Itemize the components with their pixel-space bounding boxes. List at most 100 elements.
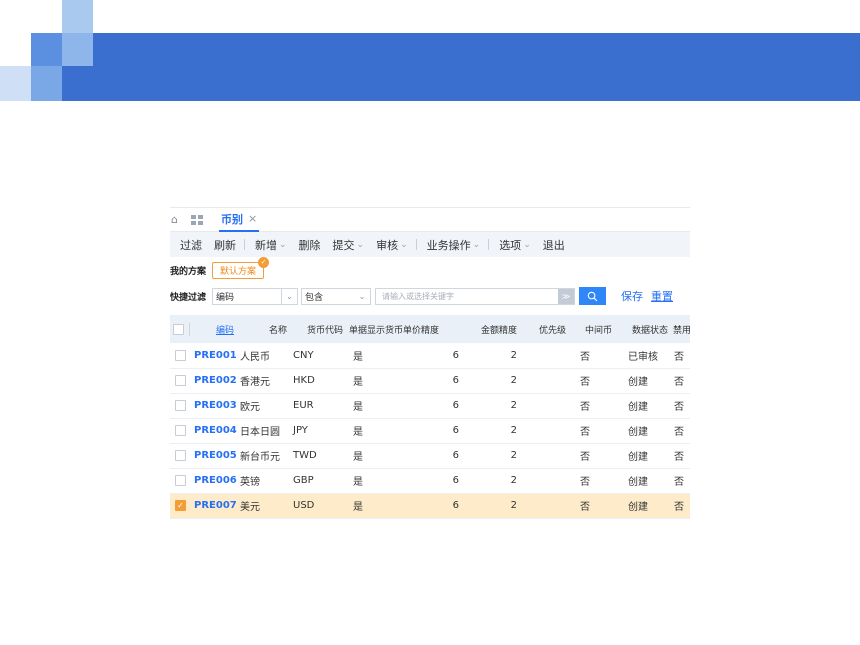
table-row[interactable]: PRE002 香港元 HKD 是 6 2 否 创建 否 [170, 368, 690, 393]
cell-priority [521, 418, 570, 443]
save-scheme-link[interactable]: 保存 [621, 288, 643, 304]
checkbox[interactable] [175, 474, 186, 486]
cell-code[interactable]: PRE005 [190, 443, 238, 468]
apps-grid-icon[interactable] [191, 214, 205, 225]
cell-data-status: 创建 [628, 427, 648, 438]
chevron-down-icon: ⌄ [281, 288, 297, 304]
cell-priority [521, 443, 570, 468]
cell-price-precision: 6 [452, 500, 459, 511]
double-chevron-down-icon[interactable]: ≫ [558, 288, 574, 304]
search-button[interactable] [579, 287, 606, 305]
cell-intermediate: 否 [580, 427, 590, 438]
cell-disabled: 否 [674, 402, 684, 413]
cell-code[interactable]: PRE006 [190, 468, 238, 493]
cell-currency-code: HKD [293, 375, 315, 386]
table-row[interactable]: PRE005 新台币元 TWD 是 6 2 否 创建 否 [170, 443, 690, 468]
audit-button[interactable]: 审核 ⌄ [376, 237, 408, 253]
new-button[interactable]: 新增 ⌄ [255, 237, 287, 253]
filter-field-select[interactable]: 编码 ⌄ [212, 287, 298, 305]
cell-intermediate: 否 [580, 452, 590, 463]
exit-button[interactable]: 退出 [543, 237, 565, 253]
table-row[interactable]: PRE004 日本日圆 JPY 是 6 2 否 创建 否 [170, 418, 690, 443]
table-row[interactable]: PRE001 人民币 CNY 是 6 2 否 已审核 否 [170, 343, 690, 368]
column-header-data-status[interactable]: 数据状态 [616, 315, 672, 343]
checkbox[interactable] [175, 449, 186, 461]
cell-priority [521, 368, 570, 393]
cell-disabled: 否 [674, 351, 684, 363]
column-header-currency-code[interactable]: 货币代码 [291, 315, 347, 343]
tab-currency[interactable]: 币别 × [219, 207, 260, 232]
business-ops-button[interactable]: 业务操作 ⌄ [427, 237, 481, 253]
refresh-button[interactable]: 刷新 [214, 237, 236, 253]
row-checkbox[interactable] [170, 468, 190, 493]
cell-amount-precision: 2 [510, 375, 517, 386]
cell-show-currency: 是 [353, 452, 363, 463]
reset-link[interactable]: 重置 [651, 288, 673, 304]
row-checkbox[interactable] [170, 368, 190, 393]
checkbox[interactable] [175, 374, 186, 386]
filter-button[interactable]: 过滤 [180, 237, 202, 253]
cell-intermediate: 否 [580, 402, 590, 413]
delete-button[interactable]: 删除 [299, 237, 321, 253]
cell-show-currency: 是 [353, 502, 363, 513]
default-scheme-button[interactable]: 默认方案 ✓ [212, 256, 270, 279]
cell-code[interactable]: PRE002 [190, 368, 238, 393]
close-icon[interactable]: × [248, 212, 257, 225]
cell-name: 香港元 [240, 377, 270, 388]
column-header-priority[interactable]: 优先级 [521, 315, 570, 343]
row-checkbox[interactable] [170, 343, 190, 368]
submit-button[interactable]: 提交 ⌄ [333, 237, 365, 253]
chevron-down-icon: ⌄ [279, 239, 287, 250]
cell-name: 美元 [240, 502, 260, 513]
cell-data-status: 创建 [628, 477, 648, 488]
cell-intermediate: 否 [580, 351, 590, 363]
audit-button-label: 审核 [376, 238, 399, 252]
toolbar-divider [244, 239, 245, 250]
row-checkbox[interactable] [170, 393, 190, 418]
row-checkbox[interactable] [170, 418, 190, 443]
cell-code[interactable]: PRE004 [190, 418, 238, 443]
filter-button-label: 过滤 [180, 238, 202, 252]
column-header-price-precision[interactable]: 单价精度 [403, 315, 459, 343]
select-all-checkbox[interactable] [170, 315, 190, 343]
table-row[interactable]: PRE006 英镑 GBP 是 6 2 否 创建 否 [170, 468, 690, 493]
cell-intermediate: 否 [580, 377, 590, 388]
cell-name: 人民币 [240, 351, 270, 363]
business-ops-button-label: 业务操作 [426, 238, 471, 252]
cell-intermediate: 否 [580, 477, 590, 488]
table-row[interactable]: PRE003 欧元 EUR 是 6 2 否 创建 否 [170, 393, 690, 418]
scheme-row: 我的方案 默认方案 ✓ [170, 256, 690, 283]
cell-price-precision: 6 [452, 475, 459, 486]
cell-name: 日本日圆 [240, 427, 280, 438]
cell-show-currency: 是 [353, 427, 363, 438]
cell-price-precision: 6 [452, 400, 459, 411]
filter-operator-select[interactable]: 包含 ⌄ [301, 287, 371, 305]
checkbox[interactable] [175, 424, 186, 436]
checkbox[interactable]: ✓ [175, 499, 186, 511]
keyword-search-input[interactable]: 请输入或选择关键字 ≫ [375, 287, 575, 305]
currency-list-window: ⌂ 币别 × 过滤 刷新 新增 ⌄ 删除 提交 ⌄ 审核 ⌄ 业务操作 ⌄ 选项 ⌄ 退出… [170, 207, 690, 519]
chevron-down-icon: ⌄ [400, 239, 408, 250]
column-header-intermediate[interactable]: 中间币 [570, 315, 616, 343]
decor-square [62, 66, 93, 101]
checkbox[interactable] [175, 349, 186, 361]
cell-show-currency: 是 [353, 377, 363, 388]
row-checkbox[interactable] [170, 443, 190, 468]
column-header-name[interactable]: 名称 [238, 315, 291, 343]
cell-priority [521, 393, 570, 418]
table-row[interactable]: ✓ PRE007 美元 USD 是 6 2 否 创建 否 [170, 493, 690, 518]
home-icon[interactable]: ⌂ [171, 213, 185, 226]
column-header-disabled[interactable]: 禁用 [672, 315, 690, 343]
cell-code[interactable]: PRE001 [190, 343, 238, 368]
column-header-code[interactable]: 编码 [190, 315, 238, 343]
column-header-amount-precision[interactable]: 金额精度 [459, 315, 521, 343]
row-checkbox[interactable]: ✓ [170, 493, 190, 518]
scheme-label: 我的方案 [170, 266, 207, 277]
options-button[interactable]: 选项 ⌄ [499, 237, 531, 253]
cell-show-currency: 是 [353, 351, 363, 363]
cell-data-status: 创建 [628, 452, 648, 463]
checkbox[interactable] [175, 399, 186, 411]
cell-code[interactable]: PRE007 [190, 493, 238, 518]
column-header-show-currency[interactable]: 单据显示货币... [347, 315, 403, 343]
cell-code[interactable]: PRE003 [190, 393, 238, 418]
